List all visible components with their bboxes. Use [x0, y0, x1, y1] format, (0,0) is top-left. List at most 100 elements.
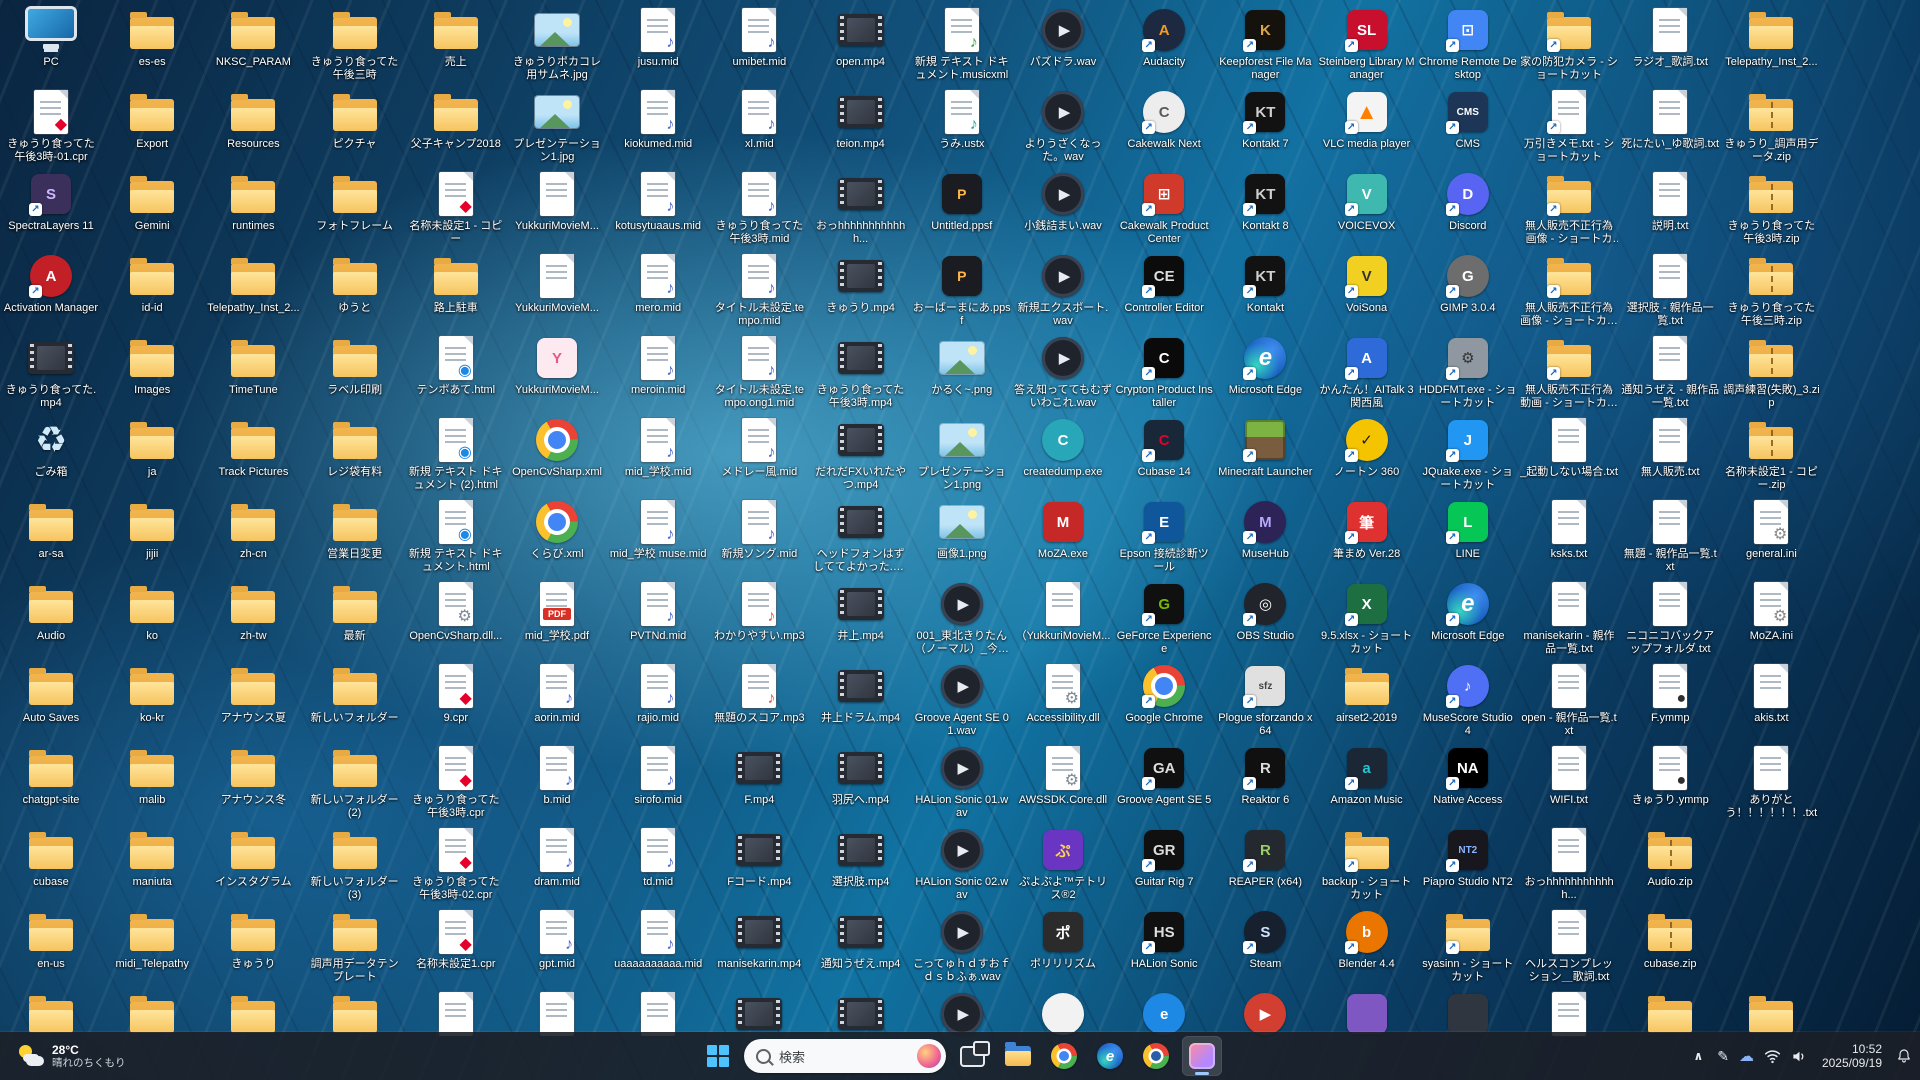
- desktop-icon[interactable]: CMS↗CMS: [1419, 88, 1517, 151]
- desktop-icon[interactable]: [609, 990, 707, 1038]
- desktop-icon[interactable]: GR↗Guitar Rig 7: [1115, 826, 1213, 889]
- desktop-surface[interactable]: PCes-esNKSC_PARAMきゅうり食ってた午後三時売上きゅうりポカコレ用…: [0, 0, 1920, 1080]
- desktop-icon[interactable]: E↗Epson 接続診断ツール: [1115, 498, 1213, 574]
- desktop-icon[interactable]: ↗無人販売不正行為画像 - ショートカット: [1520, 252, 1618, 328]
- desktop-icon[interactable]: 営業日変更: [306, 498, 404, 561]
- desktop-icon[interactable]: e↗Microsoft Edge: [1216, 334, 1314, 397]
- desktop-icon[interactable]: アナウンス夏: [204, 662, 302, 725]
- desktop-icon[interactable]: midi_Telepathy: [103, 908, 201, 971]
- desktop-icon[interactable]: Audio: [2, 580, 100, 643]
- desktop-icon[interactable]: cubase.zip: [1621, 908, 1719, 971]
- desktop-icon[interactable]: ♪umibet.mid: [710, 6, 808, 69]
- desktop-icon[interactable]: [1621, 990, 1719, 1038]
- desktop-icon[interactable]: NA↗Native Access: [1419, 744, 1517, 807]
- desktop-icon[interactable]: ラベル印刷: [306, 334, 404, 397]
- desktop-icon[interactable]: ko: [103, 580, 201, 643]
- desktop-icon[interactable]: Telepathy_Inst_2...: [204, 252, 302, 315]
- desktop-icon[interactable]: Resources: [204, 88, 302, 151]
- desktop-icon[interactable]: manisekarin - 親作品一覧.txt: [1520, 580, 1618, 656]
- desktop-icon[interactable]: おっhhhhhhhhhhhh...: [812, 170, 910, 246]
- pen-icon[interactable]: ✎: [1717, 1048, 1729, 1065]
- desktop-icon[interactable]: _起動しない場合.txt: [1520, 416, 1618, 479]
- desktop-icon[interactable]: YukkuriMovieM...: [508, 170, 606, 233]
- desktop-icon[interactable]: 調声練習(失敗)_3.zip: [1722, 334, 1820, 410]
- notification-bell-icon[interactable]: [1896, 1048, 1912, 1064]
- desktop-icon[interactable]: WIFI.txt: [1520, 744, 1618, 807]
- desktop-icon[interactable]: ♪新規ソング.mid: [710, 498, 808, 561]
- chevron-up-icon[interactable]: ∧: [1689, 1045, 1707, 1067]
- desktop-icon[interactable]: ↗家の防犯カメラ - ショートカット: [1520, 6, 1618, 82]
- desktop-icon[interactable]: C↗Cakewalk Next: [1115, 88, 1213, 151]
- desktop-icon[interactable]: X↗9.5.xlsx - ショートカット: [1318, 580, 1416, 656]
- desktop-icon[interactable]: ⊞↗Cakewalk Product Center: [1115, 170, 1213, 246]
- desktop-icon[interactable]: きゅうりポカコレ用サムネ.jpg: [508, 6, 606, 82]
- desktop-icon[interactable]: アナウンス冬: [204, 744, 302, 807]
- desktop-icon[interactable]: [1014, 990, 1112, 1038]
- desktop-icon[interactable]: NT2↗Piapro Studio NT2: [1419, 826, 1517, 889]
- desktop-icon[interactable]: zh-tw: [204, 580, 302, 643]
- desktop-icon[interactable]: [710, 990, 808, 1038]
- desktop-icon[interactable]: ↗backup - ショートカット: [1318, 826, 1416, 902]
- desktop-icon[interactable]: ◆名称未設定1.cpr: [407, 908, 505, 971]
- desktop-icon[interactable]: 父子キャンプ2018: [407, 88, 505, 151]
- desktop-icon[interactable]: manisekarin.mp4: [710, 908, 808, 971]
- desktop-icon[interactable]: [1318, 990, 1416, 1038]
- desktop-icon[interactable]: A↗Audacity: [1115, 6, 1213, 69]
- desktop-icon[interactable]: ♪kiokumed.mid: [609, 88, 707, 151]
- desktop-icon[interactable]: K↗Keepforest File Manager: [1216, 6, 1314, 82]
- desktop-icon[interactable]: ksks.txt: [1520, 498, 1618, 561]
- desktop-icon[interactable]: ▶小銭詰まい.wav: [1014, 170, 1112, 233]
- search-input[interactable]: 検索: [744, 1039, 946, 1073]
- desktop-icon[interactable]: 売上: [407, 6, 505, 69]
- desktop-icon[interactable]: ◎↗OBS Studio: [1216, 580, 1314, 643]
- taskbar-button-file-explorer[interactable]: [998, 1036, 1038, 1076]
- desktop-icon[interactable]: R↗REAPER (x64): [1216, 826, 1314, 889]
- desktop-icon[interactable]: Audio.zip: [1621, 826, 1719, 889]
- desktop-icon[interactable]: sfz↗Plogue sforzando x64: [1216, 662, 1314, 738]
- desktop-icon[interactable]: ▶新規エクスポート.wav: [1014, 252, 1112, 328]
- desktop-icon[interactable]: Gemini: [103, 170, 201, 233]
- desktop-icon[interactable]: 説明.txt: [1621, 170, 1719, 233]
- desktop-icon[interactable]: ♪mid_学校.mid: [609, 416, 707, 479]
- desktop-icon[interactable]: 最新: [306, 580, 404, 643]
- taskbar-button-microsoft-edge[interactable]: e: [1090, 1036, 1130, 1076]
- onedrive-icon[interactable]: ☁: [1739, 1047, 1754, 1065]
- desktop-icon[interactable]: ◉新規 テキスト ドキュメント.html: [407, 498, 505, 574]
- desktop-icon[interactable]: ◆9.cpr: [407, 662, 505, 725]
- desktop-icon[interactable]: 新しいフォルダー: [306, 662, 404, 725]
- desktop-icon[interactable]: きゅうり.mp4: [812, 252, 910, 315]
- desktop-icon[interactable]: KT↗Kontakt 7: [1216, 88, 1314, 151]
- desktop-icon[interactable]: Fコード.mp4: [710, 826, 808, 889]
- desktop-icon[interactable]: e↗Microsoft Edge: [1419, 580, 1517, 643]
- desktop-icon[interactable]: プレゼンテーション1.jpg: [508, 88, 606, 164]
- desktop-icon[interactable]: ↗Google Chrome: [1115, 662, 1213, 725]
- desktop-icon[interactable]: es-es: [103, 6, 201, 69]
- desktop-icon[interactable]: 選択肢.mp4: [812, 826, 910, 889]
- desktop-icon[interactable]: ♪uaaaaaaaaaa.mid: [609, 908, 707, 971]
- desktop-icon[interactable]: きゅうり食ってた午後3時.zip: [1722, 170, 1820, 246]
- desktop-icon[interactable]: ♪jusu.mid: [609, 6, 707, 69]
- desktop-icon[interactable]: CE↗Controller Editor: [1115, 252, 1213, 315]
- desktop-icon[interactable]: 通知うぜえ - 親作品一覧.txt: [1621, 334, 1719, 410]
- desktop-icon[interactable]: インスタグラム: [204, 826, 302, 889]
- desktop-icon[interactable]: ●F.ymmp: [1621, 662, 1719, 725]
- clock[interactable]: 10:52 2025/09/19: [1818, 1040, 1886, 1072]
- desktop-icon[interactable]: ぷぷよぷよ™テトリス®2: [1014, 826, 1112, 902]
- desktop-icon[interactable]: ↗万引きメモ.txt - ショートカット: [1520, 88, 1618, 164]
- desktop-icon[interactable]: Pおーばーまにあ.ppsf: [913, 252, 1011, 328]
- taskbar-button-google-chrome[interactable]: [1044, 1036, 1084, 1076]
- desktop-icon[interactable]: ヘルスコンプレッション＿歌詞.txt: [1520, 908, 1618, 984]
- desktop-icon[interactable]: きゅうり: [204, 908, 302, 971]
- desktop-icon[interactable]: ja: [103, 416, 201, 479]
- desktop-icon[interactable]: YYukkuriMovieM...: [508, 334, 606, 397]
- desktop-icon[interactable]: en-us: [2, 908, 100, 971]
- desktop-icon[interactable]: ⚙MoZA.ini: [1722, 580, 1820, 643]
- wifi-icon[interactable]: [1764, 1049, 1781, 1064]
- desktop-icon[interactable]: ↗syasinn - ショートカット: [1419, 908, 1517, 984]
- desktop-icon[interactable]: ▶: [913, 990, 1011, 1038]
- desktop-icon[interactable]: PUntitled.ppsf: [913, 170, 1011, 233]
- desktop-icon[interactable]: ⚙OpenCvSharp.dll...: [407, 580, 505, 643]
- desktop-icon[interactable]: KT↗Kontakt: [1216, 252, 1314, 315]
- desktop-icon[interactable]: ♪meroin.mid: [609, 334, 707, 397]
- desktop-icon[interactable]: [204, 990, 302, 1038]
